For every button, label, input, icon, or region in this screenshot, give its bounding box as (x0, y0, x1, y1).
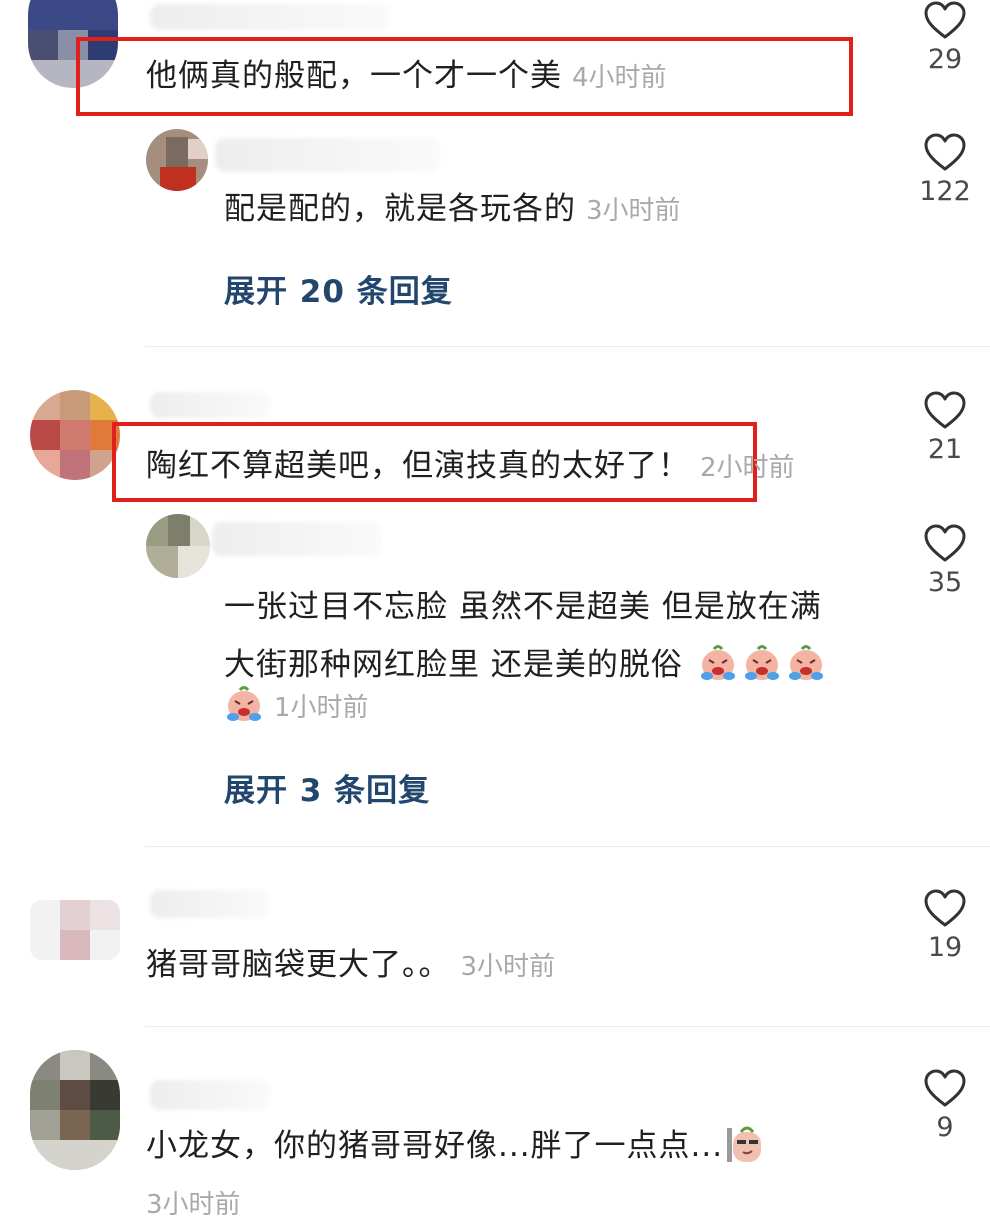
comment-body: 小龙女，你的猪哥哥好像...胖了一点点... (146, 1128, 724, 1164)
like-button[interactable]: 21 (910, 390, 980, 465)
username-redacted[interactable] (150, 392, 270, 418)
heart-outline-icon (924, 133, 966, 171)
avatar[interactable] (30, 390, 120, 480)
reply-text: 一张过目不忘脸 虽然不是超美 但是放在满 大街那种网红脸里 还是美的脱俗 (224, 578, 826, 694)
avatar[interactable] (30, 900, 120, 960)
reply-text: 配是配的，就是各玩各的 3小时前 (224, 189, 681, 231)
expand-replies-link[interactable]: 展开 20 条回复 (224, 266, 453, 311)
crying-face-emoji (788, 645, 823, 680)
like-count: 122 (919, 176, 971, 207)
avatar[interactable] (146, 129, 208, 191)
reply-time: 3小时前 (586, 196, 681, 226)
like-count: 35 (927, 567, 963, 598)
comment-body: 陶红不算超美吧，但演技真的太好了！ (146, 448, 690, 484)
heart-outline-icon (924, 524, 966, 562)
heart-outline-icon (924, 889, 966, 927)
username-redacted[interactable] (150, 1080, 270, 1110)
expand-replies-link[interactable]: 展开 3 条回复 (224, 765, 430, 810)
comment-text: 小龙女，你的猪哥哥好像...胖了一点点... (146, 1124, 767, 1166)
divider (145, 1026, 990, 1027)
crying-face-emoji (700, 645, 735, 680)
like-count: 21 (927, 434, 963, 465)
like-count: 9 (936, 1112, 954, 1143)
comment-body: 他俩真的般配，一个才一个美 (146, 58, 562, 94)
divider (145, 346, 990, 347)
comment-time: 3小时前 (146, 1190, 241, 1220)
username-redacted[interactable] (212, 522, 382, 556)
comment-text: 陶红不算超美吧，但演技真的太好了！ 2小时前 (146, 446, 795, 488)
comment-time: 2小时前 (700, 453, 795, 483)
reply-meta: 1小时前 (224, 684, 369, 724)
username-redacted[interactable] (150, 4, 390, 30)
heart-outline-icon (924, 391, 966, 429)
avatar[interactable] (146, 514, 210, 578)
like-button[interactable]: 35 (910, 523, 980, 598)
comment-text: 他俩真的般配，一个才一个美 4小时前 (146, 56, 667, 98)
heart-outline-icon (924, 1069, 966, 1107)
reply-body-text: 大街那种网红脸里 还是美的脱俗 (224, 647, 683, 683)
reply-body-line: 一张过目不忘脸 虽然不是超美 但是放在满 (224, 589, 822, 625)
like-count: 19 (927, 932, 963, 963)
heart-outline-icon (924, 1, 966, 39)
reply-time: 1小时前 (274, 693, 369, 723)
username-redacted[interactable] (215, 138, 440, 172)
crying-face-emoji (744, 645, 779, 680)
crying-face-emoji (227, 686, 261, 721)
smirk-face-emoji (727, 1126, 762, 1162)
like-button[interactable]: 29 (910, 0, 980, 75)
divider (145, 846, 990, 847)
avatar[interactable] (30, 1050, 120, 1170)
comment-time: 4小时前 (572, 63, 667, 93)
comment-text: 猪哥哥脑袋更大了。。 3小时前 (146, 945, 555, 987)
comment-time: 3小时前 (460, 952, 556, 982)
comment-body: 猪哥哥脑袋更大了。。 (146, 947, 451, 983)
username-redacted[interactable] (150, 890, 270, 918)
like-button[interactable]: 9 (910, 1068, 980, 1143)
reply-body: 配是配的，就是各玩各的 (224, 191, 576, 227)
like-button[interactable]: 19 (910, 888, 980, 963)
like-count: 29 (927, 44, 963, 75)
like-button[interactable]: 122 (910, 132, 980, 207)
